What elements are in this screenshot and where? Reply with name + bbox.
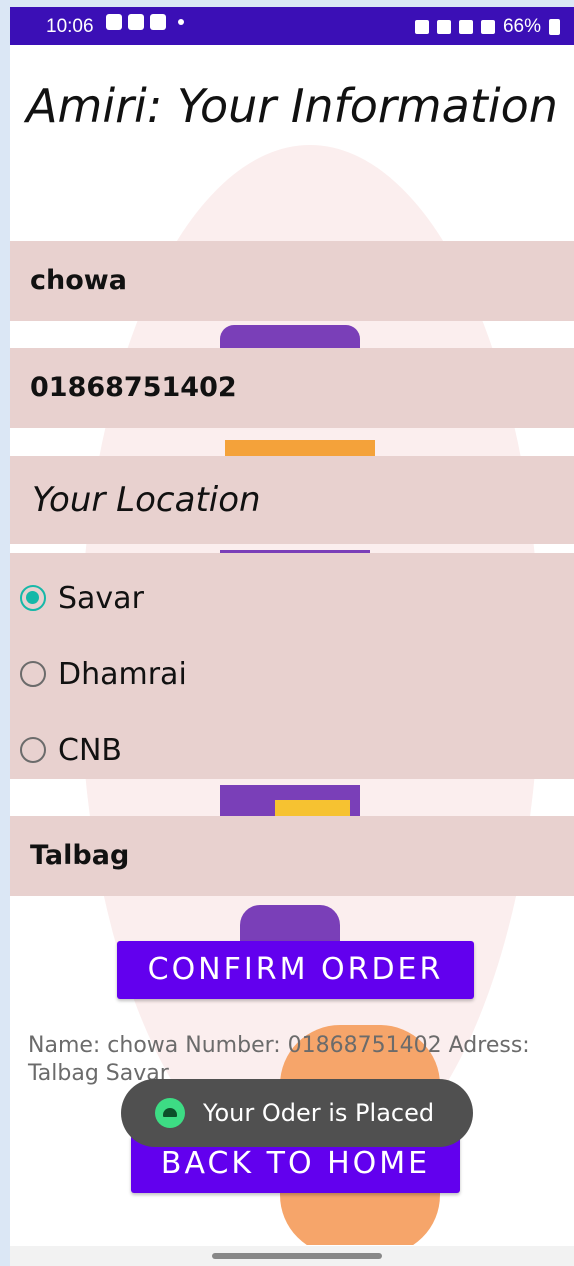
gallery-icon: [106, 14, 122, 30]
location-heading: Your Location: [10, 456, 574, 544]
battery-percent: 66%: [502, 16, 541, 37]
battery-icon: [549, 19, 560, 35]
home-indicator[interactable]: [212, 1253, 382, 1259]
radio-label: Savar: [58, 580, 144, 616]
status-time: 10:06: [46, 16, 94, 37]
youtube-icon: [128, 14, 144, 30]
address-input[interactable]: Talbag: [10, 816, 574, 896]
phone-value: 01868751402: [30, 372, 237, 403]
toast-message: Your Oder is Placed: [121, 1079, 473, 1147]
toast-text: Your Oder is Placed: [203, 1099, 435, 1127]
signal-icon: [480, 20, 495, 34]
confirm-order-button[interactable]: CONFIRM ORDER: [117, 941, 474, 999]
radio-dhamrai[interactable]: Dhamrai: [20, 644, 187, 704]
app-screen: 10:06 66% Amiri: Your Information chowa …: [10, 7, 574, 1266]
alarm-icon: [414, 20, 429, 34]
twitter-icon: [150, 14, 166, 30]
radio-label: CNB: [58, 732, 122, 768]
radio-label: Dhamrai: [58, 656, 187, 692]
android-app-icon: [155, 1098, 185, 1128]
name-value: chowa: [30, 265, 127, 296]
status-bar: 10:06 66%: [10, 7, 574, 45]
wifi-icon: [458, 20, 473, 34]
navigation-bar: [10, 1246, 574, 1266]
location-radio-group: Savar Dhamrai CNB: [10, 553, 574, 779]
mute-icon: [436, 20, 451, 34]
page-title: Amiri: Your Information: [26, 79, 558, 133]
name-input[interactable]: chowa: [10, 241, 574, 321]
radio-unchecked-icon: [20, 737, 46, 763]
address-value: Talbag: [30, 840, 130, 871]
phone-input[interactable]: 01868751402: [10, 348, 574, 428]
radio-unchecked-icon: [20, 661, 46, 687]
radio-cnb[interactable]: CNB: [20, 720, 122, 780]
radio-savar[interactable]: Savar: [20, 568, 144, 628]
dot-icon: [178, 19, 184, 25]
radio-checked-icon: [20, 585, 46, 611]
